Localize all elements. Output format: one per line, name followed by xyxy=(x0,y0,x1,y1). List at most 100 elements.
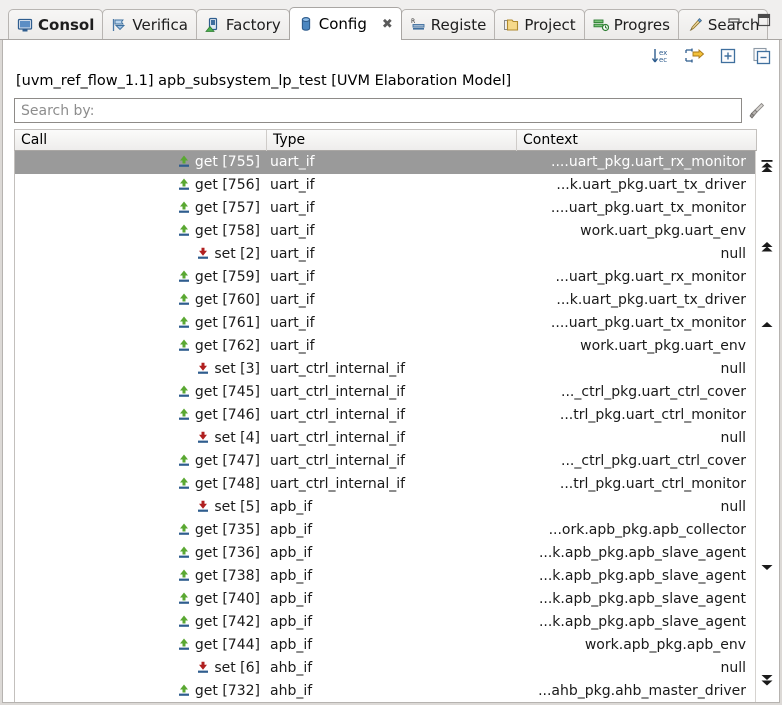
get-arrow-icon xyxy=(177,153,191,167)
tab-progres[interactable]: Progres xyxy=(583,9,679,40)
table-row[interactable]: get [747] uart_ctrl_internal_if ..._ctrl_p… xyxy=(15,450,756,473)
link-selection-icon[interactable] xyxy=(683,46,705,66)
cell-type: ahb_if xyxy=(270,660,313,676)
table-row[interactable]: set [3] uart_ctrl_internal_if null xyxy=(15,358,756,381)
progress-icon xyxy=(593,17,609,33)
expand-all-icon[interactable] xyxy=(717,46,739,66)
set-arrow-icon xyxy=(196,245,210,259)
tab-label: Registe xyxy=(430,15,487,34)
cell-call-text: get [740] xyxy=(194,591,260,607)
get-arrow-icon xyxy=(177,268,191,282)
tab-factory[interactable]: Factory xyxy=(195,9,290,40)
cell-call-text: get [760] xyxy=(194,292,260,308)
table-row[interactable]: get [759] uart_if ...uart_pkg.uart_rx_moni… xyxy=(15,266,756,289)
cell-context: ...k.apb_pkg.apb_slave_agent xyxy=(538,591,746,607)
table-row[interactable]: set [4] uart_ctrl_internal_if null xyxy=(15,427,756,450)
cell-context: ..._ctrl_pkg.uart_ctrl_cover xyxy=(561,384,746,400)
previous-match-button[interactable] xyxy=(758,317,776,333)
cell-call: get [748] xyxy=(15,473,266,496)
search-input[interactable] xyxy=(14,98,742,123)
cell-call: get [756] xyxy=(15,174,266,197)
tab-close-icon[interactable]: ✖ xyxy=(382,17,393,32)
table-body[interactable]: get [755] uart_if ....uart_pkg.uart_rx_mon… xyxy=(14,151,757,702)
table-row[interactable]: get [757] uart_if ....uart_pkg.uart_tx_mon… xyxy=(15,197,756,220)
table-row[interactable]: get [745] uart_ctrl_internal_if ..._ctrl_p… xyxy=(15,381,756,404)
navigation-rail xyxy=(755,151,777,702)
table-row[interactable]: get [746] uart_ctrl_internal_if ...trl_pkg… xyxy=(15,404,756,427)
cell-call-text: set [6] xyxy=(214,660,260,676)
tab-label: Project xyxy=(524,15,576,34)
cell-call-text: set [5] xyxy=(214,499,260,515)
tab-consol[interactable]: Consol xyxy=(8,9,104,40)
tab-bar: Consol Verifica Factory Config ✖ R Registe Proj… xyxy=(0,0,782,40)
get-arrow-icon xyxy=(177,590,191,604)
table-row[interactable]: get [756] uart_if ...k.uart_pkg.uart_tx_dr… xyxy=(15,174,756,197)
table-row[interactable]: set [5] apb_if null xyxy=(15,496,756,519)
tab-label: Consol xyxy=(38,15,95,34)
table-row[interactable]: get [761] uart_if ....uart_pkg.uart_tx_mon… xyxy=(15,312,756,335)
cell-call-text: set [3] xyxy=(214,361,260,377)
get-arrow-icon xyxy=(177,452,191,466)
cell-context: null xyxy=(720,246,746,262)
cell-call-text: get [756] xyxy=(194,177,260,193)
table-row[interactable]: get [736] apb_if ...k.apb_pkg.apb_slave_ag… xyxy=(15,542,756,565)
cell-context: ...k.apb_pkg.apb_slave_agent xyxy=(538,568,746,584)
table-row[interactable]: get [762] uart_if work.uart_pkg.uart_env xyxy=(15,335,756,358)
maximize-icon[interactable] xyxy=(756,12,772,28)
tab-label: Factory xyxy=(225,15,281,34)
next-match-button[interactable] xyxy=(758,559,776,575)
cell-type: uart_if xyxy=(270,200,315,216)
cell-call: get [732] xyxy=(15,680,266,702)
cell-call: get [757] xyxy=(15,197,266,220)
cell-type: apb_if xyxy=(270,637,313,653)
column-header-context[interactable]: Context xyxy=(516,130,758,151)
table-row[interactable]: set [6] ahb_if null xyxy=(15,657,756,680)
set-arrow-icon xyxy=(196,429,210,443)
cell-call: get [760] xyxy=(15,289,266,312)
tab-registe[interactable]: R Registe xyxy=(400,9,496,40)
first-match-button[interactable] xyxy=(758,159,776,175)
cell-call: get [742] xyxy=(15,611,266,634)
table-row[interactable]: get [742] apb_if ...k.apb_pkg.apb_slave_ag… xyxy=(15,611,756,634)
config-icon xyxy=(298,16,314,32)
table-row[interactable]: get [755] uart_if ....uart_pkg.uart_rx_mon… xyxy=(15,151,756,174)
table-row[interactable]: get [735] apb_if ...ork.apb_pkg.apb_collec… xyxy=(15,519,756,542)
get-arrow-icon xyxy=(177,222,191,236)
collapse-all-icon[interactable] xyxy=(751,46,773,66)
cell-type: apb_if xyxy=(270,568,313,584)
cell-type: ahb_if xyxy=(270,683,313,699)
cell-context: null xyxy=(720,660,746,676)
cell-type: uart_if xyxy=(270,154,315,170)
table-row[interactable]: get [760] uart_if ...k.uart_pkg.uart_tx_dr… xyxy=(15,289,756,312)
cell-type: apb_if xyxy=(270,591,313,607)
column-header-call[interactable]: Call xyxy=(15,130,266,151)
last-match-button[interactable] xyxy=(758,673,776,689)
cell-call-text: get [738] xyxy=(194,568,260,584)
table-row[interactable]: get [738] apb_if ...k.apb_pkg.apb_slave_ag… xyxy=(15,565,756,588)
svg-text:ec: ec xyxy=(659,56,667,64)
table-row[interactable]: get [744] apb_if work.apb_pkg.apb_env xyxy=(15,634,756,657)
tab-project[interactable]: Project xyxy=(494,9,585,40)
table-header: Call Type Context xyxy=(14,129,757,151)
table-row[interactable]: get [758] uart_if work.uart_pkg.uart_env xyxy=(15,220,756,243)
window-controls xyxy=(726,12,772,28)
column-header-type[interactable]: Type xyxy=(266,130,516,151)
sort-exec-icon[interactable]: ex ec xyxy=(649,46,671,66)
get-arrow-icon xyxy=(177,521,191,535)
table-row[interactable]: get [748] uart_ctrl_internal_if ...trl_pkg… xyxy=(15,473,756,496)
search-pencil-icon xyxy=(687,17,703,33)
table-row[interactable]: get [732] ahb_if ...ahb_pkg.ahb_master_dri… xyxy=(15,680,756,702)
tab-config[interactable]: Config ✖ xyxy=(288,7,402,40)
previous-page-button[interactable] xyxy=(758,239,776,255)
minimize-icon[interactable] xyxy=(726,12,742,28)
tab-verifica[interactable]: Verifica xyxy=(102,9,197,40)
table-row[interactable]: set [2] uart_if null xyxy=(15,243,756,266)
cell-call: get [736] xyxy=(15,542,266,565)
cell-call-text: get [755] xyxy=(194,154,260,170)
cell-context: ...k.uart_pkg.uart_tx_driver xyxy=(556,177,746,193)
table-row[interactable]: get [740] apb_if ...k.apb_pkg.apb_slave_ag… xyxy=(15,588,756,611)
cell-context: ....uart_pkg.uart_tx_monitor xyxy=(550,315,746,331)
brush-clear-icon[interactable] xyxy=(748,101,766,121)
cell-type: uart_if xyxy=(270,223,315,239)
cell-call-text: get [748] xyxy=(194,476,260,492)
